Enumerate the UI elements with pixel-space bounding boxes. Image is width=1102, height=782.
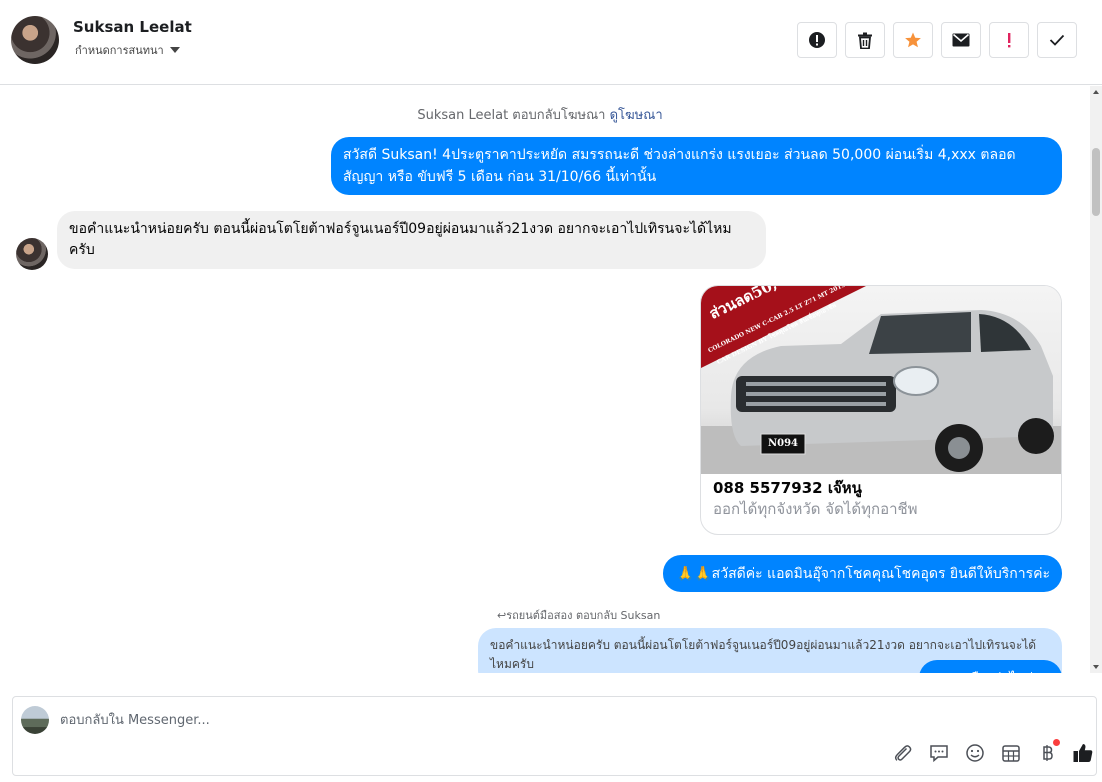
trash-icon (858, 32, 872, 49)
message-outgoing: 🙏🙏สวัสดีค่ะ แอดมินอุ๊จากโชคคุณโชคอุดร ยิ… (662, 555, 1062, 592)
checkmark-icon (1049, 34, 1065, 46)
card-subtitle: ออกได้ทุกจังหวัด จัดได้ทุกอาชีพ (713, 500, 918, 518)
schedule-label: กำหนดการสนทนา (75, 44, 164, 57)
baht-icon (1043, 745, 1053, 761)
action-toolbar (797, 22, 1077, 58)
exclamation-circle-icon (809, 32, 825, 48)
delete-button[interactable] (845, 22, 885, 58)
paperclip-icon (894, 745, 912, 761)
scroll-thumb[interactable] (1092, 148, 1100, 216)
reply-input[interactable] (60, 709, 760, 731)
star-button[interactable] (893, 22, 933, 58)
attach-button[interactable] (892, 741, 914, 765)
notification-dot (1053, 739, 1060, 746)
avatar[interactable] (11, 16, 59, 64)
table-icon (1002, 745, 1020, 762)
composer-tools (892, 739, 1094, 765)
view-ad-link[interactable]: ดูโฆษณา (610, 108, 663, 123)
payment-button[interactable] (1036, 739, 1060, 765)
scroll-up-arrow-icon[interactable] (1093, 90, 1099, 94)
license-plate: N094 (767, 438, 798, 449)
scroll-down-arrow-icon[interactable] (1093, 665, 1099, 669)
chat-bubble-icon (930, 745, 948, 763)
mark-important-button[interactable] (989, 22, 1029, 58)
message-incoming: ขอคำแนะนำหน่อยครับ ตอนนี้ผ่อนโตโยต้าฟอร์… (57, 211, 766, 269)
ad-reply-text: Suksan Leelat ตอบกลับโฆษณา (417, 108, 606, 123)
saved-replies-button[interactable] (928, 741, 950, 765)
pickup-truck-image (701, 286, 1061, 474)
message-outgoing: สวัสดี Suksan! 4ประตูราคาประหยัด สมรรถนะ… (331, 137, 1062, 195)
smile-icon (966, 744, 984, 762)
appointment-button[interactable] (1000, 741, 1022, 765)
star-icon (905, 32, 921, 48)
emoji-button[interactable] (964, 741, 986, 765)
caret-down-icon (169, 47, 180, 53)
reply-composer (12, 696, 1097, 776)
mark-done-button[interactable] (1037, 22, 1077, 58)
conversation-header: Suksan Leelat กำหนดการสนทนา (0, 0, 1102, 85)
like-button[interactable] (1072, 741, 1094, 765)
mark-spam-button[interactable] (797, 22, 837, 58)
conversation-schedule-dropdown[interactable]: กำหนดการสนทนา (75, 41, 180, 59)
message-outgoing: ยอดเหลือเท่าไหร่คะ (918, 660, 1062, 673)
ad-reply-notice: Suksan Leelat ตอบกลับโฆษณา ดูโฆษณา (0, 104, 1080, 125)
message-thread[interactable]: Suksan Leelat ตอบกลับโฆษณา ดูโฆษณา สวัสด… (0, 86, 1090, 673)
important-icon (1008, 33, 1011, 48)
envelope-icon (952, 33, 970, 47)
reply-indicator: ↩รถยนต์มือสอง ตอบกลับ Suksan (497, 609, 661, 622)
mark-unread-button[interactable] (941, 22, 981, 58)
chat-scrollbar[interactable] (1090, 86, 1102, 673)
page-avatar (21, 706, 49, 734)
contact-name[interactable]: Suksan Leelat (73, 18, 192, 36)
sender-avatar[interactable] (16, 238, 48, 270)
ad-card[interactable]: ส่วนลด50,000. COLORADO NEW C-CAB 2.5 LT … (700, 285, 1062, 535)
thumbs-up-icon (1073, 744, 1093, 762)
car-photo: ส่วนลด50,000. COLORADO NEW C-CAB 2.5 LT … (701, 286, 1061, 474)
